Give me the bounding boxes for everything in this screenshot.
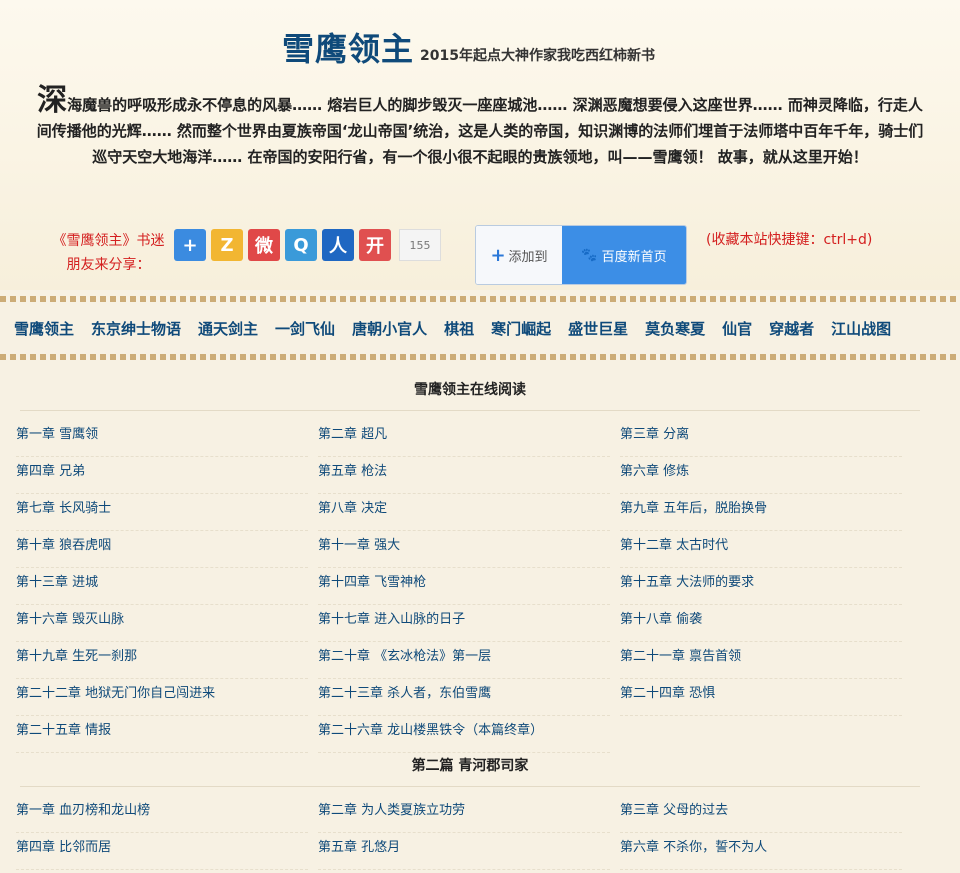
book-nav: 雪鹰领主 东京绅士物语 通天剑主 一剑飞仙 唐朝小官人 棋祖 寒门崛起 盛世巨星 莫负寒夏 仙官穿… <box>14 318 908 339</box>
chapter-link[interactable]: 第二十六章 龙山楼黑铁令（本篇终章） <box>318 716 610 753</box>
paw-icon: 🐾 <box>581 247 598 263</box>
chapter-link[interactable]: 第三章 父母的过去 <box>620 796 902 833</box>
chapter-link[interactable]: 第十二章 太古时代 <box>620 531 902 568</box>
nav-link[interactable]: 寒门崛起 <box>491 318 551 339</box>
nav-link[interactable]: 穿越者 <box>769 318 814 339</box>
chapter-link[interactable]: 第四章 比邻而居 <box>16 833 308 870</box>
add-share-icon[interactable]: + <box>174 229 206 261</box>
chapter-link[interactable]: 第十三章 进城 <box>16 568 308 605</box>
chapter-link[interactable]: 第一章 雪鹰领 <box>16 420 308 457</box>
section-divider-2 <box>20 786 920 787</box>
chapter-link[interactable]: 第十八章 偷袭 <box>620 605 902 642</box>
chapter-link[interactable]: 第五章 枪法 <box>318 457 610 494</box>
baidu-add-label: 添加到 <box>508 249 548 265</box>
intro-text: 海魔兽的呼吸形成永不停息的风暴…… 熔岩巨人的脚步毁灭一座座城池…… 深渊恶魔想… <box>36 96 924 166</box>
intro-drop-cap: 深 <box>37 83 68 118</box>
chapter-link[interactable]: 第七章 长风骑士 <box>16 494 308 531</box>
share-count[interactable]: 155 <box>399 229 441 261</box>
chapter-link[interactable]: 第十一章 强大 <box>318 531 610 568</box>
favorite-hint: (收藏本站快捷键：ctrl+d) <box>706 232 873 248</box>
nav-link[interactable]: 盛世巨星 <box>568 318 628 339</box>
page-subtitle: 2015年起点大神作家我吃西红柿新书 <box>420 48 655 64</box>
chapter-link[interactable]: 第六章 修炼 <box>620 457 902 494</box>
chapter-link[interactable]: 第五章 孔悠月 <box>318 833 610 870</box>
nav-link[interactable]: 通天剑主 <box>198 318 258 339</box>
chapter-link[interactable]: 第二十三章 杀人者，东伯雪鹰 <box>318 679 610 716</box>
page-title: 雪鹰领主 <box>282 30 415 68</box>
qzone-icon[interactable]: Z <box>211 229 243 261</box>
nav-link[interactable]: 莫负寒夏 <box>645 318 705 339</box>
chapter-link[interactable]: 第三章 分离 <box>620 420 902 457</box>
plus-icon: + <box>490 244 506 266</box>
chapter-link[interactable]: 第二章 为人类夏族立功劳 <box>318 796 610 833</box>
weibo-icon[interactable]: 微 <box>248 229 280 261</box>
chapter-link[interactable]: 第九章 五年后，脱胎换骨 <box>620 494 902 531</box>
section-title-2: 第二篇 青河郡司家 <box>411 758 529 774</box>
kaixin-icon[interactable]: 开 <box>359 229 391 261</box>
chapter-link[interactable]: 第一章 血刃榜和龙山榜 <box>16 796 308 833</box>
share-label-line1: 《雪鹰领主》书迷 <box>52 233 165 249</box>
nav-link[interactable]: 一剑飞仙 <box>275 318 335 339</box>
nav-link[interactable]: 棋祖 <box>444 318 474 339</box>
share-icons: + Z 微 Q 人开 155 <box>174 229 441 261</box>
baidu-add-button[interactable]: + 添加到 <box>476 226 562 284</box>
chapter-link[interactable]: 第十六章 毁灭山脉 <box>16 605 308 642</box>
chapter-link[interactable]: 第二十四章 恐惧 <box>620 679 902 716</box>
nav-link[interactable]: 江山战图 <box>831 318 891 339</box>
book-intro: 深海魔兽的呼吸形成永不停息的风暴…… 熔岩巨人的脚步毁灭一座座城池…… 深渊恶魔… <box>32 86 928 170</box>
chapter-list-2: 第一章 血刃榜和龙山榜 第二章 为人类夏族立功劳 第三章 父母的过去第四章 比邻而居… <box>16 796 912 870</box>
chapter-link[interactable]: 第十五章 大法师的要求 <box>620 568 902 605</box>
chapter-link[interactable]: 第十四章 飞雪神枪 <box>318 568 610 605</box>
renren-icon[interactable]: 人 <box>322 229 354 261</box>
nav-link[interactable]: 唐朝小官人 <box>352 318 427 339</box>
share-label: 《雪鹰领主》书迷 朋友来分享： <box>46 229 171 277</box>
chapter-link[interactable]: 第二十一章 禀告首领 <box>620 642 902 679</box>
chapter-link[interactable]: 第二十章 《玄冰枪法》第一层 <box>318 642 610 679</box>
chapter-link[interactable]: 第十章 狼吞虎咽 <box>16 531 308 568</box>
chapter-link[interactable]: 第二十二章 地狱无门你自己闯进来 <box>16 679 308 716</box>
baidu-home-label: 百度新首页 <box>601 249 667 265</box>
nav-link[interactable]: 东京绅士物语 <box>91 318 181 339</box>
chapter-link[interactable]: 第二十五章 情报 <box>16 716 308 753</box>
chapter-link[interactable]: 第六章 不杀你，誓不为人 <box>620 833 902 870</box>
share-label-line2: 朋友来分享： <box>66 257 151 273</box>
dotted-divider-top <box>0 296 960 302</box>
chapter-link[interactable]: 第八章 决定 <box>318 494 610 531</box>
dotted-divider-bottom <box>0 354 960 360</box>
chapter-list: 第一章 雪鹰领 第二章 超凡 第三章 分离第四章 兄弟 第五章 枪法 第六章 修炼第七章… <box>16 420 912 753</box>
chapter-link[interactable]: 第十七章 进入山脉的日子 <box>318 605 610 642</box>
nav-link[interactable]: 仙官 <box>722 318 752 339</box>
baidu-add-homepage[interactable]: + 添加到 🐾 百度新首页 <box>475 225 687 285</box>
chapter-link[interactable]: 第十九章 生死一刹那 <box>16 642 308 679</box>
title-row: 雪鹰领主 2015年起点大神作家我吃西红柿新书 <box>282 24 655 70</box>
nav-link[interactable]: 雪鹰领主 <box>14 318 74 339</box>
baidu-home-button[interactable]: 🐾 百度新首页 <box>562 226 686 284</box>
chapter-link[interactable]: 第二章 超凡 <box>318 420 610 457</box>
tencent-weibo-icon[interactable]: Q <box>285 229 317 261</box>
chapter-link[interactable]: 第四章 兄弟 <box>16 457 308 494</box>
section-title: 雪鹰领主在线阅读 <box>414 382 526 398</box>
section-divider <box>20 410 920 411</box>
